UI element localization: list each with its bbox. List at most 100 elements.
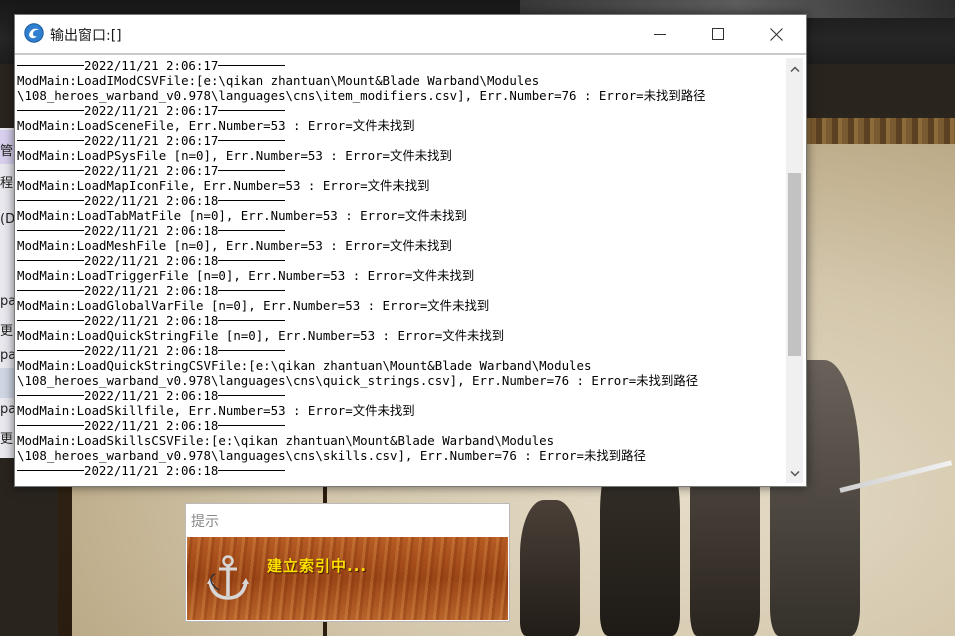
separator-rule: [218, 319, 286, 321]
separator-rule: [17, 349, 84, 351]
log-timestamp: 2022/11/21 2:06:18: [84, 193, 219, 208]
app-logo-icon: [24, 23, 44, 43]
log-timestamp: 2022/11/21 2:06:18: [84, 313, 219, 328]
background-sidebar-selection: [0, 368, 14, 398]
separator-rule: [17, 289, 84, 291]
separator-rule: [17, 169, 84, 171]
log-output[interactable]: 2022/11/21 2:06:17 ModMain:LoadIModCSVFil…: [17, 58, 786, 482]
log-entry: ModMain:LoadQuickStringCSVFile:[e:\qikan…: [17, 358, 592, 373]
log-entry: \108_heroes_warband_v0.978\languages\cns…: [17, 88, 706, 103]
separator-rule: [17, 199, 84, 201]
separator-rule: [17, 319, 84, 321]
log-timestamp-separator: 2022/11/21 2:06:18: [17, 253, 786, 268]
separator-rule: [17, 469, 84, 471]
maximize-button[interactable]: [689, 15, 747, 53]
log-timestamp: 2022/11/21 2:06:17: [84, 58, 219, 73]
background-sidebar-text: (D: [0, 212, 14, 227]
separator-rule: [218, 259, 286, 261]
log-timestamp: 2022/11/21 2:06:17: [84, 103, 219, 118]
log-timestamp: 2022/11/21 2:06:18: [84, 283, 219, 298]
log-timestamp: 2022/11/21 2:06:17: [84, 133, 219, 148]
separator-rule: [218, 289, 286, 291]
log-timestamp: 2022/11/21 2:06:18: [84, 418, 219, 433]
log-timestamp-separator: 2022/11/21 2:06:18: [17, 343, 786, 358]
scroll-up-button[interactable]: [786, 60, 803, 77]
maximize-icon: [712, 28, 724, 40]
log-entry: ModMain:LoadQuickStringFile [n=0], Err.N…: [17, 328, 505, 343]
background-sidebar-text: 更: [0, 324, 14, 339]
tip-dialog: 提示 建立索引中...: [185, 503, 510, 622]
separator-rule: [17, 64, 84, 66]
log-timestamp-separator: 2022/11/21 2:06:17: [17, 58, 786, 73]
separator-rule: [218, 109, 286, 111]
log-timestamp-separator: 2022/11/21 2:06:18: [17, 463, 786, 478]
separator-rule: [17, 394, 84, 396]
log-timestamp-separator: 2022/11/21 2:06:17: [17, 133, 786, 148]
log-timestamp: 2022/11/21 2:06:18: [84, 223, 219, 238]
title-separator: [15, 53, 806, 55]
window-title: 输出窗口:[]: [50, 28, 122, 44]
log-entry: ModMain:LoadSceneFile, Err.Number=53 : E…: [17, 118, 415, 133]
log-timestamp-separator: 2022/11/21 2:06:18: [17, 193, 786, 208]
log-timestamp: 2022/11/21 2:06:18: [84, 253, 219, 268]
separator-rule: [218, 139, 286, 141]
log-entry: ModMain:LoadTriggerFile [n=0], Err.Numbe…: [17, 268, 475, 283]
separator-rule: [17, 139, 84, 141]
log-entry: ModMain:LoadPSysFile [n=0], Err.Number=5…: [17, 148, 452, 163]
output-window: 输出窗口:[] 2022/11/21 2:06:17 ModMain:LoadIM…: [14, 14, 807, 487]
background-sidebar-text: pa: [0, 402, 14, 417]
log-entry: ModMain:LoadSkillsCSVFile:[e:\qikan zhan…: [17, 433, 555, 448]
minimize-button[interactable]: [631, 15, 689, 53]
separator-rule: [218, 169, 286, 171]
log-timestamp-separator: 2022/11/21 2:06:18: [17, 283, 786, 298]
log-entry: ModMain:LoadGlobalVarFile [n=0], Err.Num…: [17, 298, 490, 313]
background-sidebar-text: 管: [0, 144, 14, 159]
anchor-icon: [207, 555, 249, 600]
log-entry: ModMain:LoadSkillfile, Err.Number=53 : E…: [17, 403, 415, 418]
scrollbar-thumb[interactable]: [788, 173, 801, 356]
log-entry: ModMain:LoadTabMatFile [n=0], Err.Number…: [17, 208, 467, 223]
background-sidebar-text: 程: [0, 176, 14, 191]
log-entry: ModMain:LoadMapIconFile, Err.Number=53 :…: [17, 178, 430, 193]
scroll-up-arrow-icon: [789, 65, 800, 72]
separator-rule: [218, 394, 286, 396]
scroll-down-arrow-icon: [789, 470, 800, 477]
tip-title: 提示: [191, 514, 219, 530]
log-timestamp-separator: 2022/11/21 2:06:18: [17, 388, 786, 403]
minimize-icon: [654, 33, 666, 35]
close-button[interactable]: [747, 15, 805, 53]
separator-rule: [17, 229, 84, 231]
log-timestamp-separator: 2022/11/21 2:06:18: [17, 313, 786, 328]
log-entry: ModMain:LoadIModCSVFile:[e:\qikan zhantu…: [17, 73, 540, 88]
background-sidebar-text: pa: [0, 348, 14, 363]
log-entry: \108_heroes_warband_v0.978\languages\cns…: [17, 373, 699, 388]
log-timestamp: 2022/11/21 2:06:18: [84, 388, 219, 403]
separator-rule: [218, 64, 286, 66]
log-entry: \108_heroes_warband_v0.978\languages\cns…: [17, 448, 646, 463]
separator-rule: [17, 424, 84, 426]
log-entry: ModMain:LoadMeshFile [n=0], Err.Number=5…: [17, 238, 452, 253]
background-sidebar-text: pa: [0, 294, 14, 309]
log-timestamp: 2022/11/21 2:06:18: [84, 343, 219, 358]
tip-body: 建立索引中...: [187, 537, 508, 620]
separator-rule: [218, 424, 286, 426]
separator-rule: [17, 259, 84, 261]
tip-message: 建立索引中...: [267, 557, 368, 575]
separator-rule: [17, 109, 84, 111]
scroll-down-button[interactable]: [786, 465, 803, 482]
log-timestamp-separator: 2022/11/21 2:06:18: [17, 223, 786, 238]
separator-rule: [218, 229, 286, 231]
close-icon: [769, 27, 783, 41]
log-timestamp-separator: 2022/11/21 2:06:17: [17, 103, 786, 118]
log-timestamp-separator: 2022/11/21 2:06:17: [17, 163, 786, 178]
separator-rule: [218, 199, 286, 201]
separator-rule: [218, 469, 286, 471]
log-timestamp: 2022/11/21 2:06:18: [84, 463, 219, 478]
separator-rule: [218, 349, 286, 351]
vertical-scrollbar[interactable]: [786, 58, 803, 483]
log-timestamp: 2022/11/21 2:06:17: [84, 163, 219, 178]
background-sidebar-text: 更: [0, 432, 14, 447]
warrior-figure: [520, 500, 580, 636]
log-timestamp-separator: 2022/11/21 2:06:18: [17, 418, 786, 433]
title-bar[interactable]: 输出窗口:[]: [15, 15, 806, 53]
